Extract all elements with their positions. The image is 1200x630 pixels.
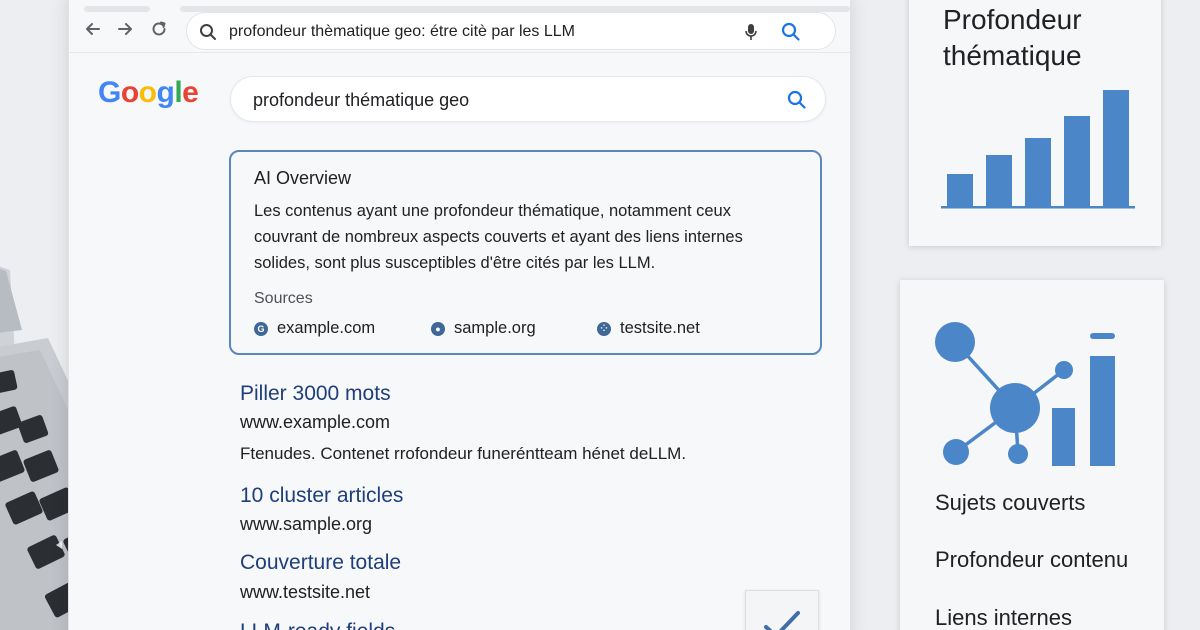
ai-overview-title: AI Overview <box>254 168 352 188</box>
feature-label: Profondeur contenu <box>935 547 1129 572</box>
feature-label: Liens internes <box>935 605 1072 630</box>
source-link[interactable]: ● sample.org <box>431 319 536 338</box>
search-input[interactable]: profondeur thématique geo <box>230 76 826 122</box>
reload-icon <box>152 21 166 36</box>
search-button[interactable] <box>787 90 807 115</box>
mic-icon <box>745 24 757 40</box>
source-link[interactable]: ⁘ testsite.net <box>597 319 700 338</box>
search-icon <box>787 90 806 109</box>
source-name: testsite.net <box>620 319 700 337</box>
address-bar[interactable]: profondeur thèmatique geo: étre citè par… <box>186 12 836 50</box>
mic-button[interactable] <box>743 22 759 47</box>
site-favicon-icon: ● <box>431 321 445 336</box>
result-url[interactable]: www.sample.org <box>240 514 372 535</box>
logo-letter: g <box>156 76 175 109</box>
search-icon <box>781 22 800 41</box>
result-url[interactable]: www.testsite.net <box>240 582 370 603</box>
tab-strip <box>84 6 150 12</box>
forward-arrow-icon <box>118 23 132 35</box>
source-name: example.com <box>277 319 376 337</box>
back-arrow-icon <box>86 23 100 35</box>
back-button[interactable] <box>82 18 104 40</box>
result-url[interactable]: www.example.com <box>240 412 390 433</box>
search-query: profondeur thématique geo <box>253 90 470 110</box>
result-title-link[interactable]: LLM-ready fields <box>240 620 395 630</box>
result-title-link[interactable]: Couverture totale <box>240 551 401 575</box>
check-icon <box>764 611 800 630</box>
site-favicon-icon: G <box>254 321 268 336</box>
logo-letter: o <box>138 76 157 109</box>
bar-chart-icon <box>941 90 1135 209</box>
address-text: profondeur thèmatique geo: étre citè par… <box>229 23 575 40</box>
result-title-link[interactable]: Piller 3000 mots <box>240 382 391 406</box>
topical-depth-card: Profondeur thématique <box>909 0 1161 246</box>
address-search-button[interactable] <box>781 22 801 47</box>
site-favicon-icon: ⁘ <box>597 321 611 336</box>
search-icon <box>200 24 216 40</box>
logo-letter: o <box>120 76 139 109</box>
card-title: Profondeur thématique <box>943 4 1082 71</box>
result-snippet: Ftenudes. Contenet rrofondeur funeréntte… <box>240 444 687 463</box>
source-link[interactable]: G example.com <box>254 319 375 338</box>
reload-button[interactable] <box>148 18 170 40</box>
forward-button[interactable] <box>114 18 136 40</box>
logo-letter: e <box>182 76 199 109</box>
google-logo[interactable]: Google <box>98 76 199 110</box>
metrics-card: Sujets couverts Profondeur contenu Liens… <box>900 280 1164 630</box>
logo-letter: G <box>98 76 121 109</box>
result-title-link[interactable]: 10 cluster articles <box>240 484 403 508</box>
toolbar-divider <box>68 52 850 53</box>
network-chart-icon <box>935 322 1115 466</box>
logo-letter: l <box>174 76 183 109</box>
ai-overview-text: Les contenus ayant une profondeur thémat… <box>254 202 743 272</box>
sources-label: Sources <box>254 290 313 307</box>
ai-overview-panel: AI Overview Les contenus ayant une profo… <box>229 150 822 355</box>
check-card <box>745 590 819 630</box>
feature-label: Sujets couverts <box>935 490 1086 515</box>
source-name: sample.org <box>454 319 536 337</box>
